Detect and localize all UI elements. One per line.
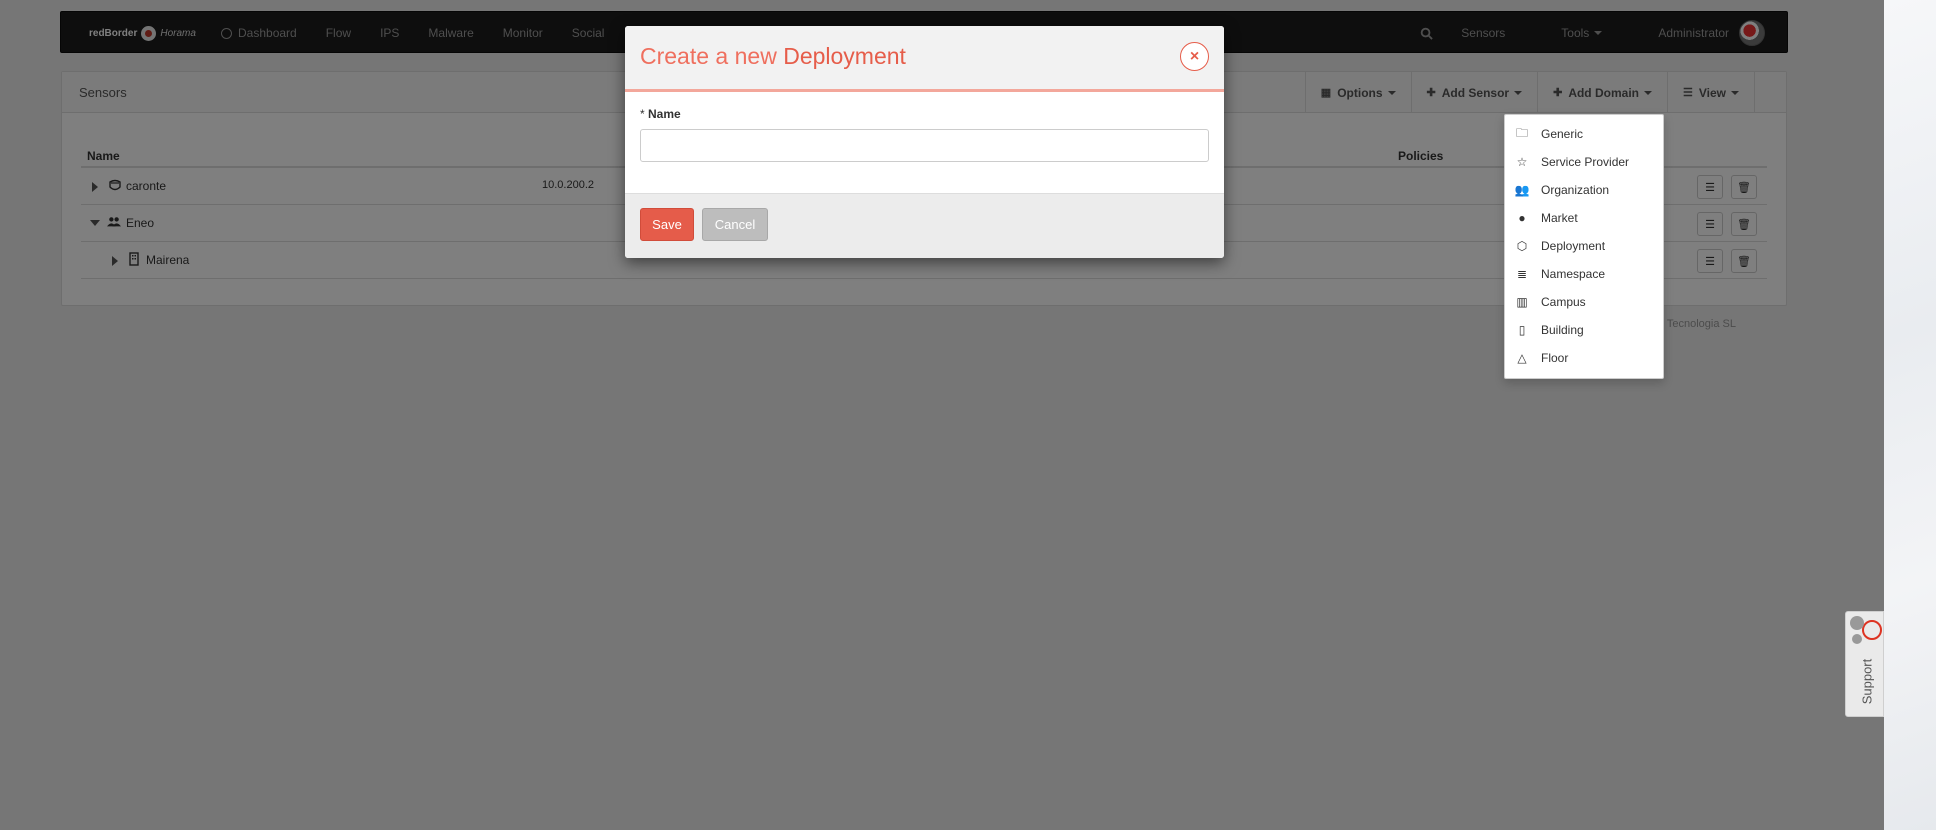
folder-icon: 🗀 (1515, 125, 1528, 140)
close-icon[interactable]: × (1180, 42, 1209, 71)
create-deployment-modal: Create a new Deployment × * Name Save Ca… (625, 26, 1224, 258)
modal-header: Create a new Deployment × (625, 26, 1224, 92)
menu-item-organization[interactable]: 👥 Organization (1505, 176, 1663, 204)
support-dot-icon (1852, 634, 1862, 644)
cancel-button[interactable]: Cancel (702, 208, 768, 241)
campus-icon: ▥ (1516, 295, 1528, 309)
modal-footer: Save Cancel (625, 193, 1224, 258)
modal-title: Create a new Deployment (640, 43, 906, 70)
floor-icon: △ (1517, 351, 1527, 365)
menu-item-label: Service Provider (1541, 155, 1630, 169)
modal-title-prefix: Create a new (640, 43, 777, 69)
support-tab[interactable]: Support (1845, 611, 1884, 717)
menu-item-label: Organization (1541, 183, 1610, 197)
name-field-label: * Name (640, 107, 1209, 121)
menu-item-floor[interactable]: △ Floor (1505, 344, 1663, 372)
cube-icon: ⬡ (1516, 239, 1528, 253)
users-icon: 👥 (1514, 183, 1530, 197)
menu-item-label: Namespace (1541, 267, 1606, 281)
menu-item-label: Market (1541, 211, 1578, 225)
required-marker: * (640, 107, 645, 121)
name-label-text: Name (648, 107, 681, 121)
menu-item-campus[interactable]: ▥ Campus (1505, 288, 1663, 316)
building-icon: ▯ (1518, 323, 1526, 337)
modal-body: * Name (625, 92, 1224, 196)
menu-item-label: Floor (1541, 351, 1569, 365)
save-button[interactable]: Save (640, 208, 694, 241)
modal-title-entity: Deployment (783, 43, 906, 69)
star-icon: ☆ (1516, 155, 1528, 169)
database-icon: ≣ (1516, 267, 1528, 281)
support-dot-icon (1850, 616, 1864, 630)
menu-item-deployment[interactable]: ⬡ Deployment (1505, 232, 1663, 260)
menu-item-service-provider[interactable]: ☆ Service Provider (1505, 148, 1663, 176)
menu-item-label: Building (1541, 323, 1584, 337)
menu-item-market[interactable]: ● Market (1505, 204, 1663, 232)
support-label: Support (1859, 658, 1875, 705)
menu-item-generic[interactable]: 🗀 Generic (1505, 120, 1663, 148)
menu-item-label: Generic (1541, 127, 1584, 141)
menu-item-label: Deployment (1541, 239, 1606, 253)
add-domain-menu: 🗀 Generic ☆ Service Provider 👥 Organization… (1504, 114, 1664, 379)
menu-item-namespace[interactable]: ≣ Namespace (1505, 260, 1663, 288)
name-input[interactable] (640, 129, 1209, 162)
support-logo-icon (1862, 620, 1882, 640)
globe-icon: ● (1518, 211, 1526, 225)
menu-item-building[interactable]: ▯ Building (1505, 316, 1663, 344)
side-background (1884, 0, 1936, 830)
menu-item-label: Campus (1541, 295, 1586, 309)
